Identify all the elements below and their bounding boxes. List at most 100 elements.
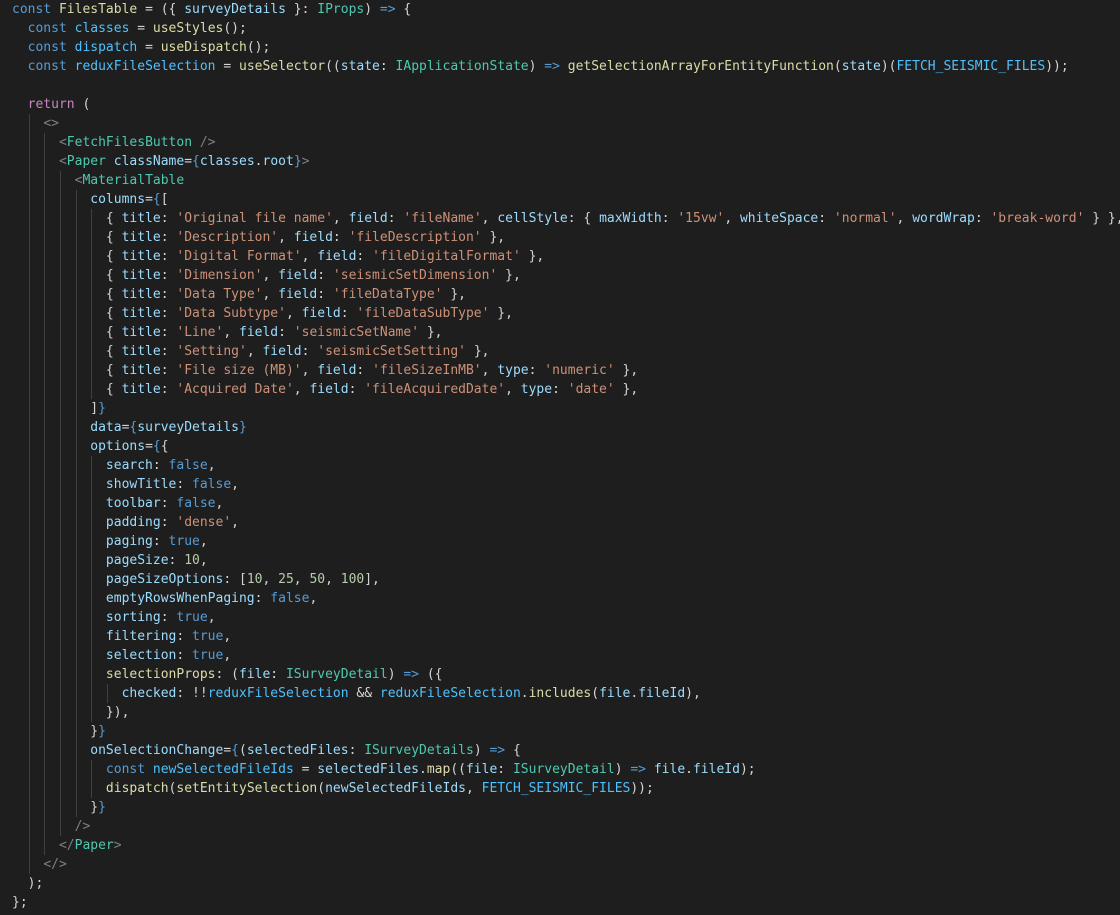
code-token: )); [630,781,654,796]
code-line[interactable]: }} [0,798,1120,817]
code-editor[interactable]: const FilesTable = ({ surveyDetails }: I… [0,0,1120,915]
code-line[interactable]: filtering: true, [0,627,1120,646]
code-line[interactable]: const classes = useStyles(); [0,19,1120,38]
code-line[interactable]: /> [0,817,1120,836]
code-line[interactable] [0,76,1120,95]
code-line[interactable]: ); [0,874,1120,893]
code-token: pageSize [105,553,169,568]
code-line[interactable]: { title: 'Dimension', field: 'seismicSet… [0,266,1120,285]
code-line[interactable]: }} [0,722,1120,741]
code-line[interactable]: const dispatch = useDispatch(); [0,38,1120,57]
code-token: search [105,458,153,473]
code-line[interactable]: toolbar: false, [0,494,1120,513]
code-line[interactable]: padding: 'dense', [0,513,1120,532]
code-line[interactable]: }), [0,703,1120,722]
code-line[interactable]: checked: !!reduxFileSelection && reduxFi… [0,684,1120,703]
code-line[interactable]: </> [0,855,1120,874]
code-line[interactable]: data={surveyDetails} [0,418,1120,437]
code-line[interactable]: emptyRowsWhenPaging: false, [0,589,1120,608]
code-token: . [685,762,693,777]
indent-guide [44,532,46,551]
code-line[interactable]: sorting: true, [0,608,1120,627]
code-line[interactable]: <> [0,114,1120,133]
code-token: const [12,2,59,17]
code-line[interactable]: { title: 'Line', field: 'seismicSetName'… [0,323,1120,342]
code-line[interactable]: pageSize: 10, [0,551,1120,570]
indent-guide [91,323,93,342]
indent-guide [28,684,30,703]
code-line[interactable]: selection: true, [0,646,1120,665]
code-token: , [215,496,224,511]
code-token: /> [74,819,91,834]
code-line[interactable]: columns={[ [0,190,1120,209]
code-line[interactable]: dispatch(setEntitySelection(newSelectedF… [0,779,1120,798]
code-token: : [176,477,193,492]
code-line[interactable]: const newSelectedFileIds = selectedFiles… [0,760,1120,779]
code-token: onSelectionChange [90,743,224,758]
code-line[interactable]: pageSizeOptions: [10, 25, 50, 100], [0,570,1120,589]
indent-guide [59,209,61,228]
code-token: reduxFileSelection [207,686,349,701]
code-token: 10 [184,553,200,568]
code-token: : ( [215,667,239,682]
code-line[interactable]: <Paper className={classes.root}> [0,152,1120,171]
code-token: : [160,610,177,625]
code-line[interactable]: { title: 'Data Subtype', field: 'fileDat… [0,304,1120,323]
code-token: title [121,211,161,226]
indent-guide [59,171,61,190]
code-line[interactable]: options={{ [0,437,1120,456]
code-token: selection [105,648,177,663]
indent-guide [28,152,30,171]
code-token: { [152,439,161,454]
code-token: , [207,458,216,473]
indent-guide [91,627,93,646]
code-token: ) [614,762,631,777]
code-token: = ({ [137,2,185,17]
code-line[interactable]: { title: 'Data Type', field: 'fileDataTy… [0,285,1120,304]
code-token: 50 [309,572,326,587]
indent-guide [91,209,93,228]
indent-guide [59,722,61,741]
code-line[interactable]: search: false, [0,456,1120,475]
indent-guide [28,589,30,608]
code-token: )( [880,59,897,74]
code-line[interactable]: const reduxFileSelection = useSelector((… [0,57,1120,76]
code-line[interactable]: const FilesTable = ({ surveyDetails }: I… [0,0,1120,19]
indent-guide [28,209,30,228]
code-token: , [285,306,302,321]
indent-guide [28,266,30,285]
code-line[interactable]: { title: 'Description', field: 'fileDesc… [0,228,1120,247]
indent-guide [75,779,77,798]
code-line[interactable]: showTitle: false, [0,475,1120,494]
code-line[interactable]: <FetchFilesButton /> [0,133,1120,152]
code-token: useDispatch [160,40,247,55]
indent-guide [28,855,30,874]
code-line[interactable]: }; [0,893,1120,912]
code-line[interactable]: selectionProps: (file: ISurveyDetail) =>… [0,665,1120,684]
indent-guide [75,608,77,627]
code-token: ], [364,572,380,587]
code-line[interactable]: { title: 'Digital Format', field: 'fileD… [0,247,1120,266]
code-token: . [254,154,263,169]
indent-guide [59,551,61,570]
code-line[interactable]: </Paper> [0,836,1120,855]
code-line[interactable]: { title: 'Acquired Date', field: 'fileAc… [0,380,1120,399]
code-token: classes [74,21,130,36]
code-line[interactable]: return ( [0,95,1120,114]
code-line[interactable]: onSelectionChange={(selectedFiles: ISurv… [0,741,1120,760]
code-token: : [160,268,177,283]
code-line[interactable]: { title: 'Setting', field: 'seismicSetSe… [0,342,1120,361]
code-line[interactable]: ]} [0,399,1120,418]
code-line[interactable]: { title: 'Original file name', field: 'f… [0,209,1120,228]
code-token: 'fileDataSubType' [356,306,490,321]
code-token: => [403,667,420,682]
indent-guide [28,779,30,798]
code-line[interactable]: paging: true, [0,532,1120,551]
code-line[interactable]: <MaterialTable [0,171,1120,190]
code-token: { [105,211,122,226]
code-token: false [168,458,208,473]
code-line[interactable]: { title: 'File size (MB)', field: 'fileS… [0,361,1120,380]
